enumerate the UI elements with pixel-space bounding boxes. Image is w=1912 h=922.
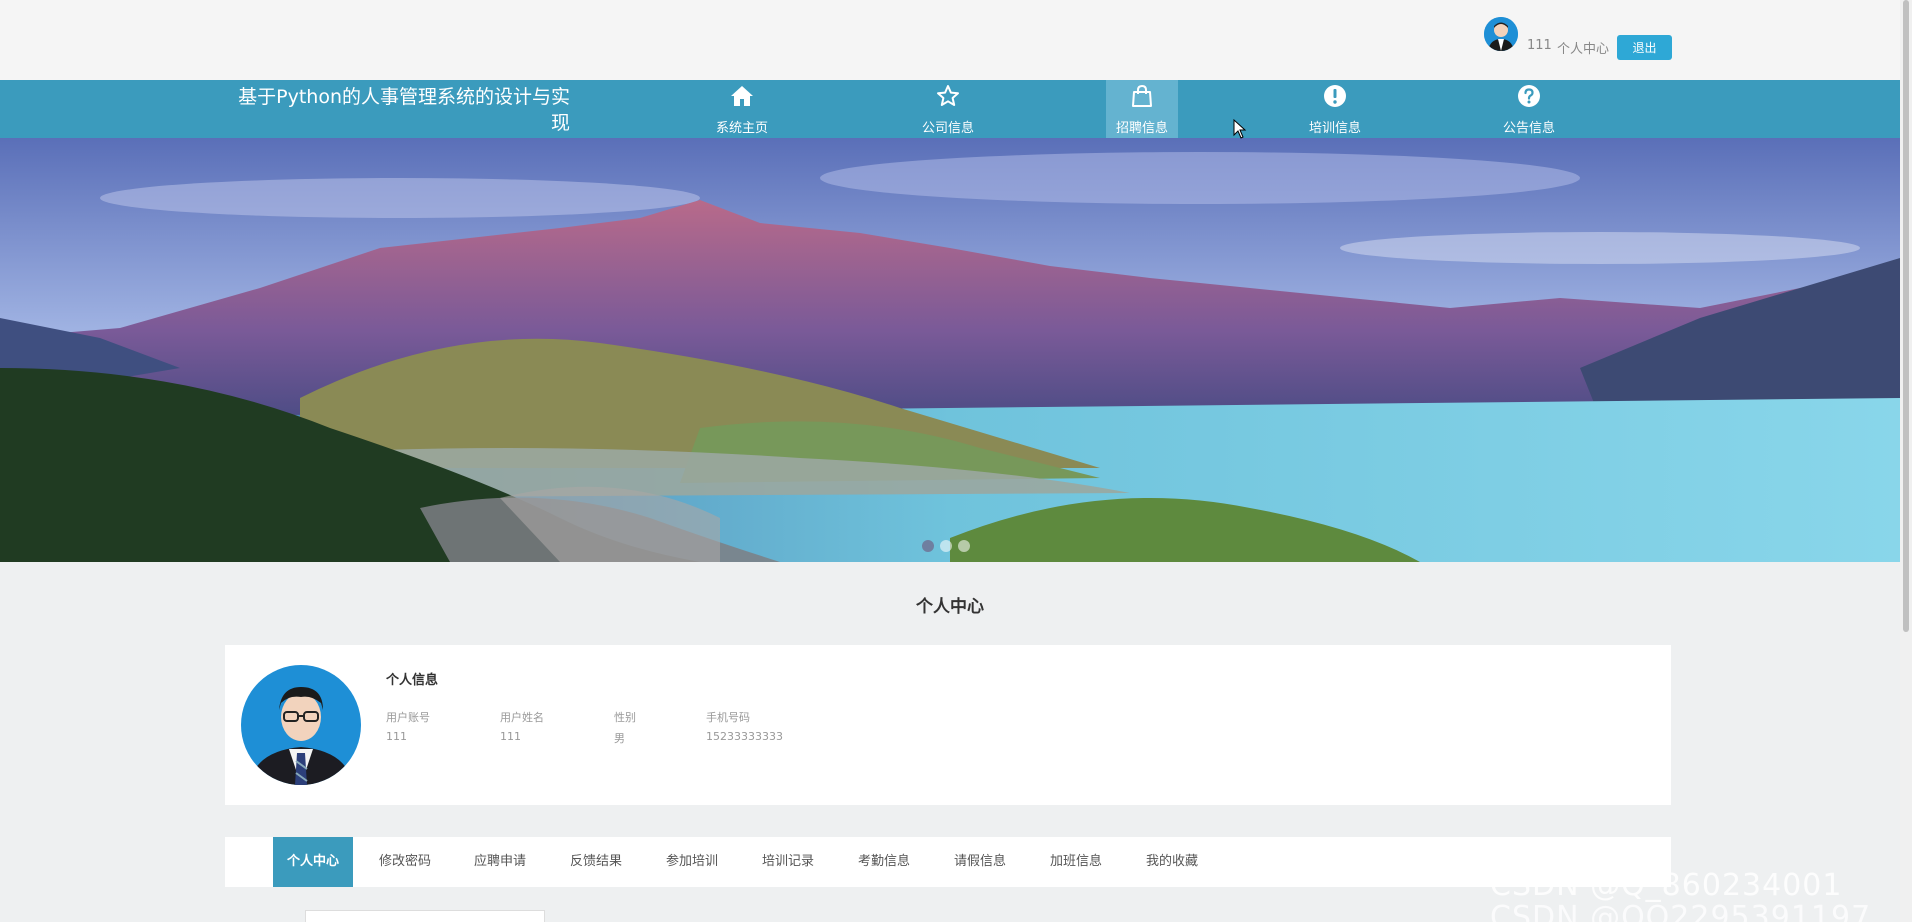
alert-icon bbox=[1324, 85, 1346, 107]
banner-landscape-image bbox=[0, 138, 1900, 562]
profile-title: 个人信息 bbox=[386, 673, 439, 688]
home-icon bbox=[731, 86, 753, 106]
field-label: 用户姓名 bbox=[500, 711, 544, 724]
vertical-scrollbar[interactable] bbox=[1900, 0, 1912, 922]
field-account: 用户账号 111 bbox=[386, 709, 430, 743]
star-icon bbox=[937, 85, 959, 106]
tab-leave[interactable]: 请假信息 bbox=[938, 837, 1022, 887]
profile-tabs: 个人中心 修改密码 应聘申请 反馈结果 参加培训 培训记录 考勤信息 请假信息 … bbox=[225, 837, 1671, 887]
nav-item-notice[interactable]: 公告信息 bbox=[1493, 80, 1565, 138]
tab-attendance[interactable]: 考勤信息 bbox=[842, 837, 926, 887]
help-icon bbox=[1518, 85, 1540, 107]
field-label: 手机号码 bbox=[706, 711, 750, 724]
tab-training-records[interactable]: 培训记录 bbox=[746, 837, 830, 887]
nav-item-label: 系统主页 bbox=[715, 121, 768, 136]
tab-feedback-result[interactable]: 反馈结果 bbox=[554, 837, 638, 887]
nav-item-home[interactable]: 系统主页 bbox=[706, 80, 778, 138]
field-value: 111 bbox=[500, 730, 521, 743]
field-value: 男 bbox=[614, 732, 625, 745]
field-gender: 性别 男 bbox=[614, 709, 636, 746]
tab-join-training[interactable]: 参加培训 bbox=[650, 837, 734, 887]
nav-item-recruitment[interactable]: 招聘信息 bbox=[1106, 80, 1178, 138]
watermark-text: CSDN @Q_860234001 bbox=[1490, 868, 1843, 903]
nav-item-label: 公司信息 bbox=[921, 121, 974, 136]
nav-item-label: 招聘信息 bbox=[1115, 121, 1168, 136]
banner-dot-2[interactable] bbox=[940, 540, 952, 552]
username-label: 111 bbox=[1527, 38, 1552, 53]
field-label: 性别 bbox=[614, 711, 636, 724]
tab-job-application[interactable]: 应聘申请 bbox=[458, 837, 542, 887]
banner-pagination bbox=[922, 540, 970, 552]
section-title: 个人中心 bbox=[916, 597, 984, 617]
mouse-cursor-icon bbox=[1233, 119, 1247, 139]
bag-icon bbox=[1132, 84, 1152, 107]
field-value: 111 bbox=[386, 730, 407, 743]
field-label: 用户账号 bbox=[386, 711, 430, 724]
logout-button[interactable]: 退出 bbox=[1617, 35, 1672, 60]
site-title: 基于Python的人事管理系统的设计与实现 bbox=[238, 86, 570, 134]
user-avatar[interactable] bbox=[1484, 17, 1518, 51]
field-phone: 手机号码 15233333333 bbox=[706, 709, 783, 743]
watermark-text-2: CSDN @QQ2295391197 bbox=[1490, 900, 1872, 922]
banner-dot-1[interactable] bbox=[922, 540, 934, 552]
nav-item-label: 培训信息 bbox=[1308, 121, 1361, 136]
field-value: 15233333333 bbox=[706, 730, 783, 743]
nav-item-label: 公告信息 bbox=[1502, 121, 1555, 136]
tab-favorites[interactable]: 我的收藏 bbox=[1130, 837, 1214, 887]
profile-avatar bbox=[241, 665, 361, 785]
hero-banner[interactable] bbox=[0, 138, 1900, 562]
nav-item-company[interactable]: 公司信息 bbox=[912, 80, 984, 138]
tab-personal-center[interactable]: 个人中心 bbox=[273, 837, 353, 887]
banner-dot-3[interactable] bbox=[958, 540, 970, 552]
scrollbar-thumb[interactable] bbox=[1903, 0, 1909, 632]
field-username: 用户姓名 111 bbox=[500, 709, 544, 743]
nav-item-training[interactable]: 培训信息 bbox=[1299, 80, 1371, 138]
user-bar: 111 个人中心 退出 bbox=[0, 0, 1900, 80]
tab-overtime[interactable]: 加班信息 bbox=[1034, 837, 1118, 887]
main-nav: 基于Python的人事管理系统的设计与实现 系统主页 公司信息 招聘信息 培训信… bbox=[0, 80, 1900, 138]
personal-center-link[interactable]: 个人中心 bbox=[1557, 38, 1609, 57]
form-input-partial[interactable] bbox=[305, 910, 545, 922]
tab-change-password[interactable]: 修改密码 bbox=[363, 837, 447, 887]
profile-card: 个人信息 用户账号 111 用户姓名 111 性别 男 手机号码 1523333… bbox=[225, 645, 1671, 805]
